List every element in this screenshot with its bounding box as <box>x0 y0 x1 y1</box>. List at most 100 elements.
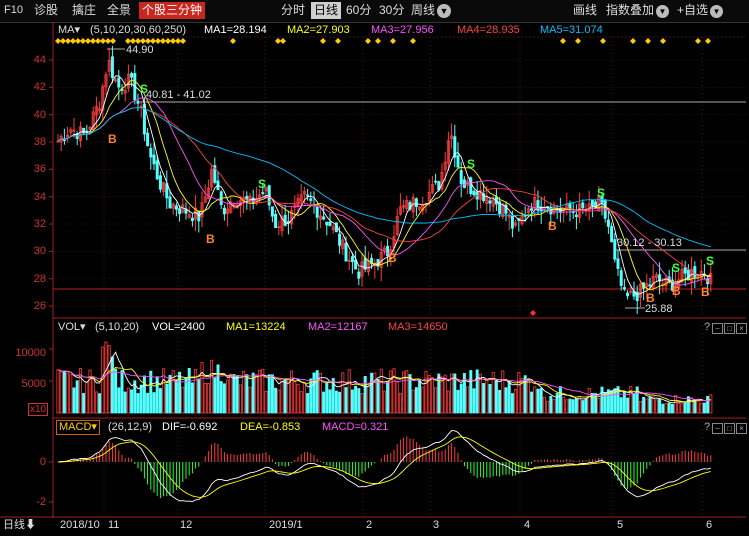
ma-indicator-selector[interactable]: MA▾ <box>58 24 80 37</box>
price-tick: 38 <box>33 136 46 148</box>
volume-bar <box>334 390 338 414</box>
volume-bar <box>59 371 63 414</box>
volume-bar <box>165 383 169 414</box>
volume-bar <box>302 382 306 414</box>
candle-body <box>434 180 438 183</box>
signal-diamond-icon <box>695 38 701 44</box>
help-icon[interactable]: ? <box>704 321 710 334</box>
volume-bar <box>501 370 505 414</box>
signal-diamond-icon <box>390 38 396 44</box>
volume-bar <box>200 362 204 414</box>
volume-bar <box>584 398 588 414</box>
range-label: 30.12 - 30.13 <box>617 237 682 249</box>
candle-body <box>117 77 121 88</box>
volume-bar <box>434 387 438 414</box>
volume-bar <box>123 391 127 414</box>
help-icon[interactable]: ? <box>704 421 710 434</box>
volume-bar <box>142 375 146 414</box>
candle-body <box>110 56 114 79</box>
volume-bar <box>315 370 319 414</box>
volume-bar <box>398 392 402 414</box>
volume-bar <box>706 396 710 414</box>
volume-bar <box>581 400 585 414</box>
volume-bar <box>600 386 604 414</box>
volume-bar <box>203 383 207 414</box>
volume-bar <box>568 398 572 414</box>
candle-body <box>174 205 178 210</box>
volume-bar <box>443 374 447 414</box>
volume-bar <box>642 396 646 414</box>
volume-bar <box>274 387 278 414</box>
volume-bar <box>248 386 252 414</box>
candle-body <box>274 213 278 229</box>
candle-body <box>338 233 342 246</box>
volume-bar <box>549 395 553 414</box>
kline-chart[interactable]: BBBBB B BSSSSS S <box>0 0 749 536</box>
candle-body <box>590 199 594 207</box>
volume-bar <box>571 399 575 414</box>
buy-marker: B <box>206 232 215 246</box>
volume-bar <box>75 380 79 414</box>
volume-bar <box>322 391 326 414</box>
minimize-icon[interactable]: − <box>712 323 723 334</box>
maximize-icon[interactable]: □ <box>724 423 735 434</box>
vol-ma1-value: MA1=13224 <box>226 321 286 333</box>
volume-bar <box>280 378 284 414</box>
buy-marker: B <box>672 284 681 298</box>
candle-body <box>616 258 620 269</box>
price-tick: 34 <box>33 191 46 203</box>
macd-tick: -2 <box>36 496 46 508</box>
volume-bar <box>382 390 386 414</box>
volume-bar <box>72 387 76 414</box>
volume-bar <box>395 381 399 414</box>
candle-body <box>168 196 172 209</box>
candle-body <box>622 287 626 290</box>
volume-bar <box>120 370 124 414</box>
volume-bar <box>213 377 217 414</box>
candle-body <box>158 175 162 190</box>
macd-value: MACD=0.321 <box>322 421 389 433</box>
minimize-icon[interactable]: − <box>712 423 723 434</box>
candle-body <box>325 221 329 226</box>
volume-bar <box>146 392 150 414</box>
period-mode-label[interactable]: 日线⬇ <box>3 519 36 532</box>
vol-tick: 5000 <box>21 378 46 390</box>
price-tick: 30 <box>33 245 46 257</box>
volume-bar <box>130 389 134 414</box>
volume-bar <box>354 385 358 414</box>
volume-bar <box>450 373 454 414</box>
candle-body <box>606 219 610 227</box>
volume-bar <box>318 372 322 414</box>
dif-line <box>57 430 711 502</box>
volume-bar <box>229 373 233 414</box>
candle-body <box>456 155 460 168</box>
volume-bar <box>386 380 390 414</box>
date-tick: 2 <box>366 519 373 531</box>
volume-bar <box>312 372 316 414</box>
volume-bar <box>238 384 242 414</box>
candle-body <box>222 207 226 215</box>
volume-bar <box>632 393 636 414</box>
date-tick: 5 <box>617 519 624 531</box>
volume-bar <box>456 389 460 414</box>
volume-bar <box>219 381 223 414</box>
sell-marker: S <box>467 157 475 171</box>
volume-bar <box>651 396 655 414</box>
maximize-icon[interactable]: □ <box>724 323 735 334</box>
close-icon[interactable]: × <box>736 423 747 434</box>
close-icon[interactable]: × <box>736 323 747 334</box>
volume-bar <box>149 370 153 414</box>
volume-bar <box>552 398 556 414</box>
volume-bar <box>629 385 633 414</box>
volume-bar <box>357 388 361 414</box>
candle-body <box>315 206 319 218</box>
volume-bar <box>190 382 194 414</box>
candle-body <box>683 267 687 274</box>
price-tick: 42 <box>33 81 46 93</box>
volume-bar <box>475 369 479 414</box>
macd-indicator-selector[interactable]: MACD▾ <box>56 420 100 435</box>
buy-marker: B <box>388 251 397 265</box>
vol-indicator-selector[interactable]: VOL▾ <box>58 321 86 334</box>
volume-bar <box>536 388 540 414</box>
volume-bar <box>626 397 630 414</box>
